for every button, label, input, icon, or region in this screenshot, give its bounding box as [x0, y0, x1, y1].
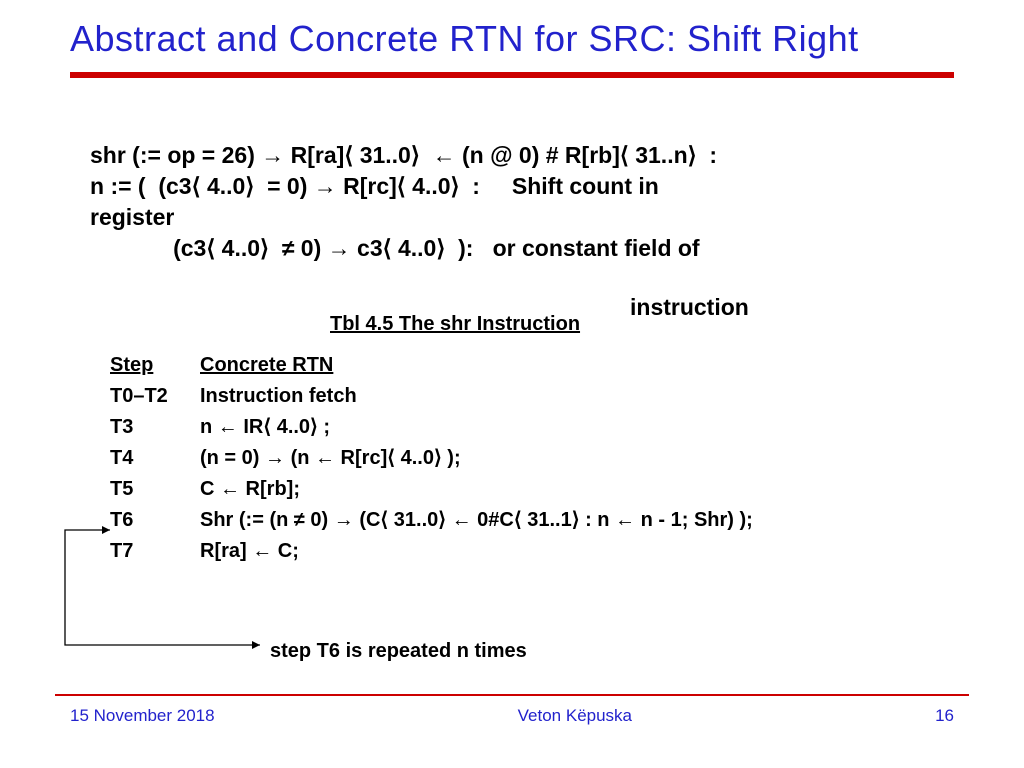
abstract-line: register: [90, 202, 994, 233]
rtn-cell: n ← IR⟨ 4..0⟩ ;: [200, 412, 330, 443]
slide-title: Abstract and Concrete RTN for SRC: Shift…: [0, 0, 1024, 66]
footer: 15 November 2018 Veton Këpuska 16: [0, 706, 1024, 726]
slide-container: Abstract and Concrete RTN for SRC: Shift…: [0, 0, 1024, 768]
step-cell: T0–T2: [110, 381, 200, 412]
rtn-cell: C ← R[rb];: [200, 474, 300, 505]
col-step: Step: [110, 350, 200, 381]
table-caption: Tbl 4.5 The shr Instruction: [330, 313, 580, 336]
abstract-rtn-block: shr (:= op = 26) → R[ra]⟨ 31..0⟩ ← (n @ …: [90, 140, 994, 264]
table-row: T3 n ← IR⟨ 4..0⟩ ;: [110, 412, 753, 443]
table-row: T6 Shr (:= (n ≠ 0) → (C⟨ 31..0⟩ ← 0#C⟨ 3…: [110, 505, 753, 536]
footer-page: 16: [935, 706, 954, 726]
table-row: T7 R[ra] ← C;: [110, 536, 753, 567]
rtn-cell: Shr (:= (n ≠ 0) → (C⟨ 31..0⟩ ← 0#C⟨ 31..…: [200, 505, 753, 536]
step-cell: T5: [110, 474, 200, 505]
footer-divider: [55, 694, 969, 696]
step-cell: T7: [110, 536, 200, 567]
footer-author: Veton Këpuska: [518, 706, 632, 726]
title-underline: [70, 72, 954, 78]
table-row: T4 (n = 0) → (n ← R[rc]⟨ 4..0⟩ );: [110, 443, 753, 474]
abstract-line: shr (:= op = 26) → R[ra]⟨ 31..0⟩ ← (n @ …: [90, 140, 994, 171]
concrete-rtn-table: Step Concrete RTN T0–T2 Instruction fetc…: [110, 350, 753, 567]
table-row: T0–T2 Instruction fetch: [110, 381, 753, 412]
rtn-cell: Instruction fetch: [200, 381, 357, 412]
step-cell: T3: [110, 412, 200, 443]
rtn-cell: R[ra] ← C;: [200, 536, 299, 567]
abstract-line: n := ( (c3⟨ 4..0⟩ = 0) → R[rc]⟨ 4..0⟩ : …: [90, 171, 994, 202]
table-row: T5 C ← R[rb];: [110, 474, 753, 505]
abstract-line-overlap: instruction: [630, 292, 749, 323]
rtn-cell: (n = 0) → (n ← R[rc]⟨ 4..0⟩ );: [200, 443, 461, 474]
table-header-row: Step Concrete RTN: [110, 350, 753, 381]
footer-date: 15 November 2018: [70, 706, 215, 726]
abstract-line: (c3⟨ 4..0⟩ ≠ 0) → c3⟨ 4..0⟩ ): or consta…: [90, 233, 994, 264]
step-cell: T6: [110, 505, 200, 536]
loop-footnote: step T6 is repeated n times: [270, 640, 527, 663]
step-cell: T4: [110, 443, 200, 474]
col-rtn: Concrete RTN: [200, 350, 333, 381]
